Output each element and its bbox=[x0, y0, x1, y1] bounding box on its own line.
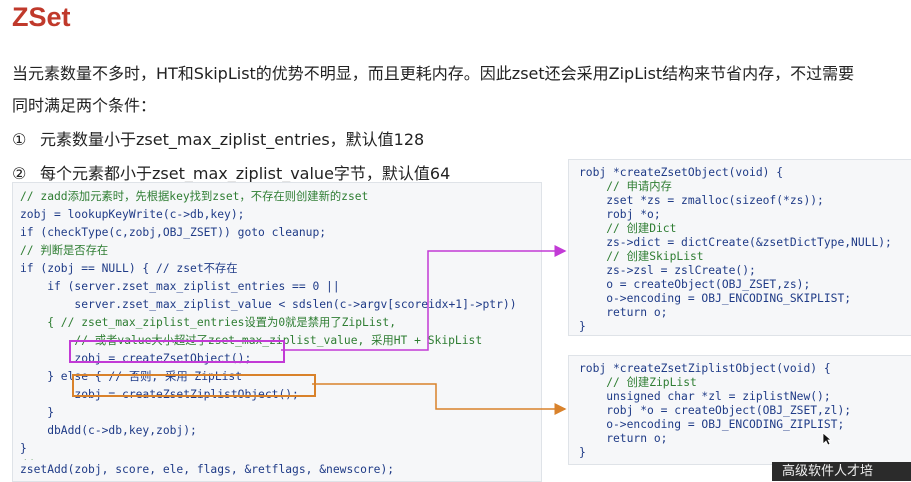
code-line: zobj = lookupKeyWrite(c->db,key); bbox=[20, 208, 245, 221]
code-line: server.zset_max_ziplist_value < sdslen(c… bbox=[20, 298, 517, 311]
code-line: zsetAdd(zobj, score, ele, flags, &retfla… bbox=[20, 463, 395, 476]
create-zset-ziplist-object-code-block: robj *createZsetZiplistObject(void) { //… bbox=[568, 355, 911, 465]
zadd-code-block-tail: zsetAdd(zobj, score, ele, flags, &retfla… bbox=[12, 460, 542, 482]
mouse-cursor-icon bbox=[822, 432, 832, 446]
code-line: } bbox=[20, 406, 55, 419]
condition-1: ① 元素数量小于zset_max_ziplist_entries，默认值128 bbox=[12, 126, 424, 150]
code-line: if (zobj == NULL) { // zset不存在 bbox=[20, 262, 238, 275]
condition-2: ② 每个元素都小于zset_max_ziplist_value字节，默认值64 bbox=[12, 160, 450, 184]
intro-paragraph-line-2: 同时满足两个条件： bbox=[12, 96, 157, 115]
zadd-code-block: // zadd添加元素时，先根据key找到zset，不存在则创建新的zset z… bbox=[12, 182, 542, 479]
condition-2-text: 每个元素都小于zset_max_ziplist_value字节，默认值64 bbox=[40, 164, 451, 183]
code-line-create-ziplist: zobj = createZsetZiplistObject(); bbox=[20, 388, 299, 401]
code-line: return o; bbox=[579, 306, 668, 319]
code-line: // 或者value大小超过了zset_max_ziplist_value, 采… bbox=[20, 334, 483, 347]
condition-1-number: ① bbox=[12, 130, 27, 149]
watermark-banner: 高级软件人才培 bbox=[772, 462, 911, 481]
code-line: if (server.zset_max_ziplist_entries == 0… bbox=[20, 280, 340, 293]
code-line: { // zset_max_ziplist_entries设置为0就是禁用了Zi… bbox=[20, 316, 397, 329]
code-line: // zadd添加元素时，先根据key找到zset，不存在则创建新的zset bbox=[20, 190, 369, 203]
create-zset-object-code-block: robj *createZsetObject(void) { // 申请内存 z… bbox=[568, 159, 911, 336]
code-line: // 判断是否存在 bbox=[20, 244, 109, 257]
code-line: } else { // 否则, 采用 ZipList bbox=[20, 370, 243, 383]
code-line-create-zset: zobj = createZsetObject(); bbox=[20, 352, 252, 365]
code-line: dbAdd(c->db,key,zobj); bbox=[20, 424, 197, 437]
condition-1-text: 元素数量小于zset_max_ziplist_entries，默认值128 bbox=[40, 130, 425, 149]
code-line: if (checkType(c,zobj,OBJ_ZSET)) goto cle… bbox=[20, 226, 327, 239]
code-line: } bbox=[579, 320, 586, 333]
page-title: ZSet bbox=[12, 2, 71, 32]
code-line: return o; bbox=[579, 432, 668, 445]
code-line: } bbox=[579, 446, 586, 459]
condition-2-number: ② bbox=[12, 164, 27, 183]
intro-paragraph-line-1: 当元素数量不多时，HT和SkipList的优势不明显，而且更耗内存。因此zset… bbox=[12, 64, 855, 83]
